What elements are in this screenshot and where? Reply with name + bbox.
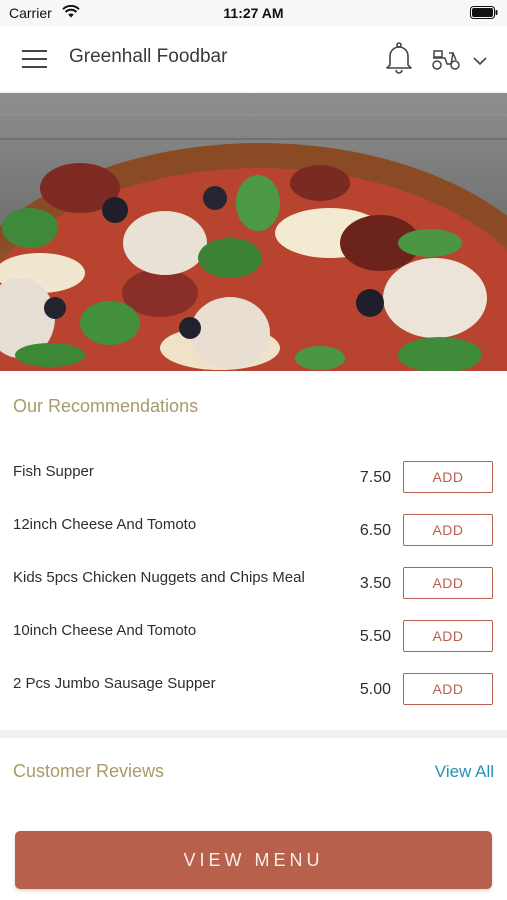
bell-icon[interactable] (385, 42, 413, 79)
menu-icon[interactable] (22, 50, 48, 73)
add-button[interactable]: ADD (403, 567, 493, 599)
item-name: Fish Supper (13, 463, 94, 480)
item-name: 10inch Cheese And Tomoto (13, 622, 197, 639)
app-header: Greenhall Foodbar (0, 26, 507, 93)
list-item: Kids 5pcs Chicken Nuggets and Chips Meal… (0, 567, 507, 607)
list-item: Fish Supper 7.50 ADD (0, 461, 507, 501)
view-all-link[interactable]: View All (435, 762, 494, 782)
item-price: 6.50 (359, 522, 391, 539)
app-title: Greenhall Foodbar (69, 46, 228, 67)
item-price: 5.50 (359, 628, 391, 645)
list-item: 2 Pcs Jumbo Sausage Supper 5.00 ADD (0, 673, 507, 713)
scooter-icon[interactable] (431, 47, 461, 76)
item-name: 2 Pcs Jumbo Sausage Supper (13, 675, 216, 692)
list-item: 10inch Cheese And Tomoto 5.50 ADD (0, 620, 507, 660)
list-item: 12inch Cheese And Tomoto 6.50 ADD (0, 514, 507, 554)
status-bar: Carrier 11:27 AM (0, 0, 507, 26)
item-name: Kids 5pcs Chicken Nuggets and Chips Meal (13, 569, 305, 586)
add-button[interactable]: ADD (403, 620, 493, 652)
status-time: 11:27 AM (223, 5, 284, 21)
hero-image (0, 93, 507, 371)
add-button[interactable]: ADD (403, 673, 493, 705)
chevron-down-icon[interactable] (473, 53, 487, 71)
recommendations-title: Our Recommendations (13, 396, 199, 416)
add-button[interactable]: ADD (403, 514, 493, 546)
add-button[interactable]: ADD (403, 461, 493, 493)
battery-icon (470, 6, 498, 24)
item-price: 5.00 (359, 681, 391, 698)
item-price: 3.50 (359, 575, 391, 592)
item-price: 7.50 (359, 469, 391, 486)
pizza-image (0, 93, 507, 371)
item-name: 12inch Cheese And Tomoto (13, 516, 197, 533)
view-menu-button[interactable]: VIEW MENU (15, 831, 492, 889)
section-divider (0, 730, 507, 738)
reviews-title: Customer Reviews (13, 761, 165, 781)
